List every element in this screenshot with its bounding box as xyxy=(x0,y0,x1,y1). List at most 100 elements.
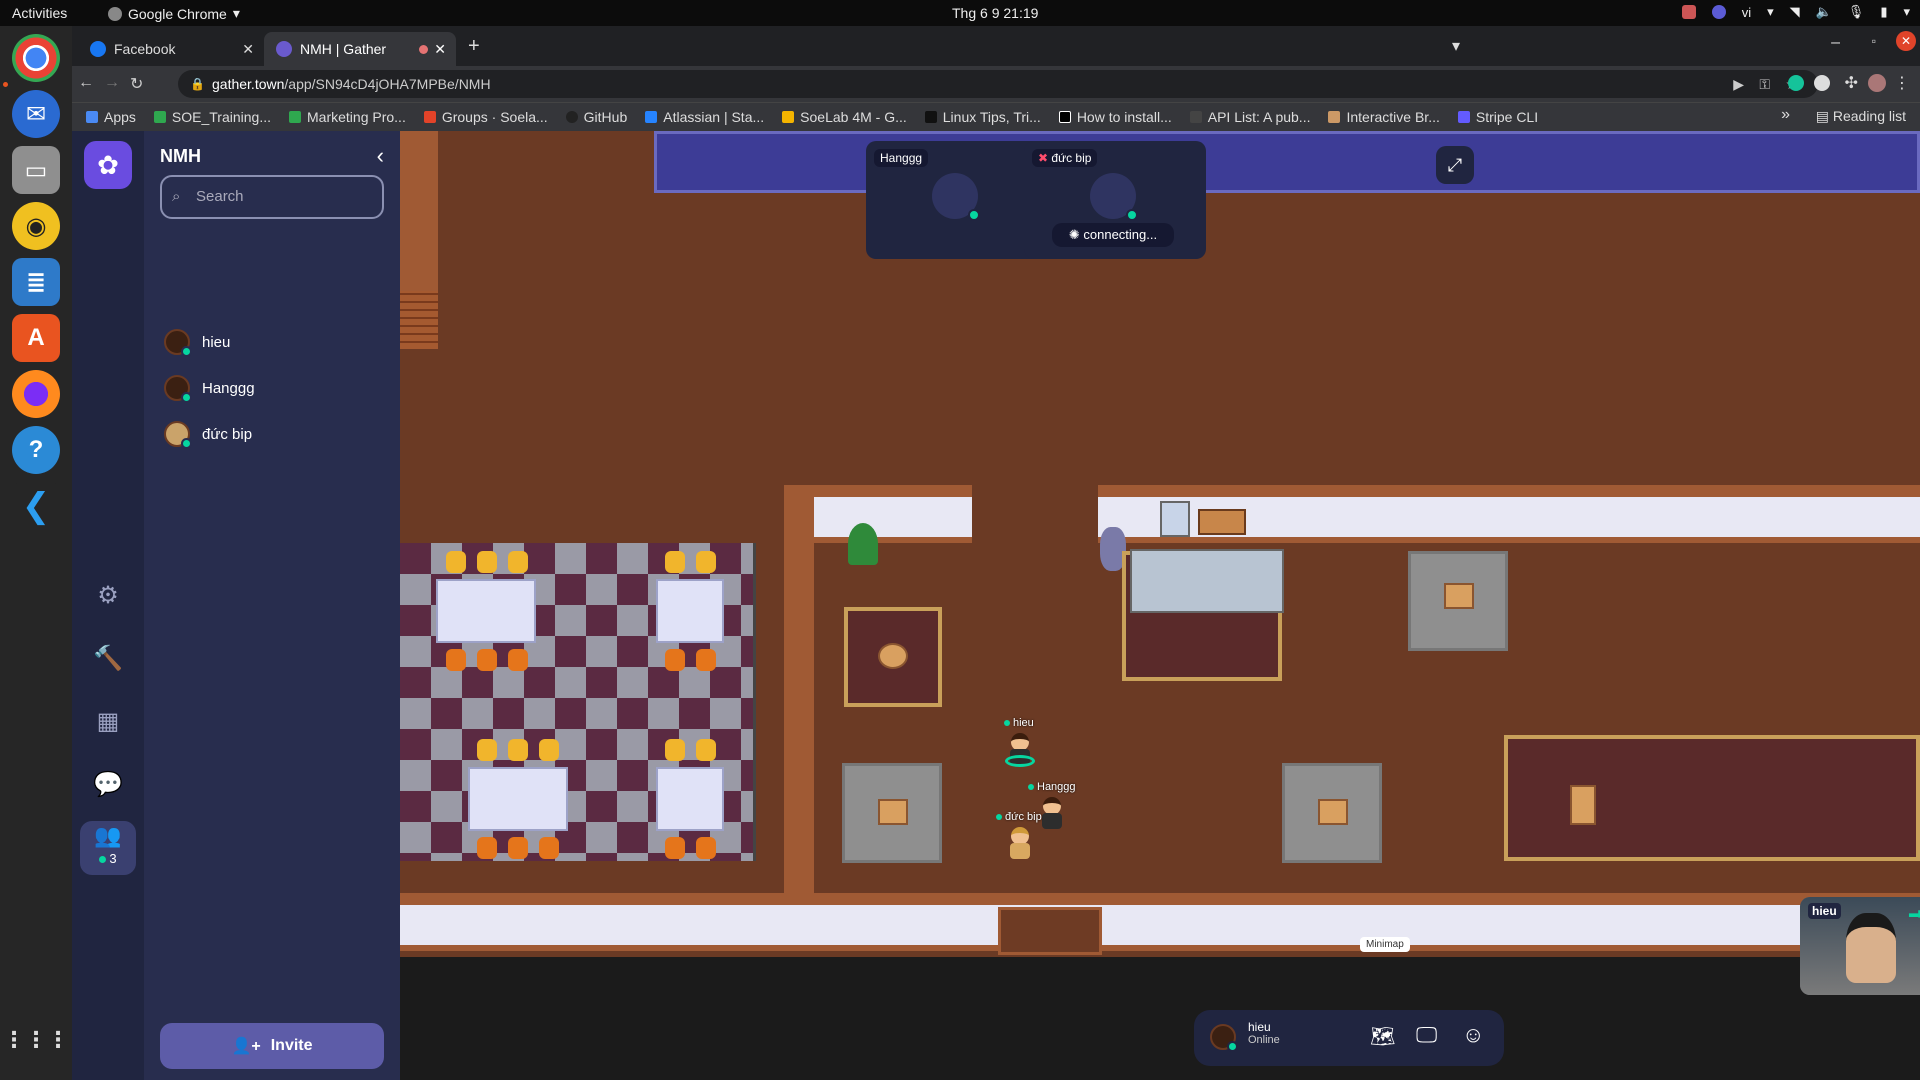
software-center-launcher-icon[interactable]: A xyxy=(12,314,60,362)
wifi-icon[interactable]: ◥ xyxy=(1790,4,1800,20)
help-launcher-icon[interactable]: ? xyxy=(12,426,60,474)
bookmark-item[interactable]: How to install... xyxy=(1058,109,1172,125)
menu-kebab-icon[interactable]: ⋮ xyxy=(1894,73,1910,93)
chair xyxy=(477,837,497,859)
minimize-window-button[interactable]: – xyxy=(1831,34,1840,52)
chevron-down-icon: ▾ xyxy=(232,5,240,21)
participants-button[interactable]: 👥 3 xyxy=(80,821,136,875)
player-character-duc-bip[interactable] xyxy=(1007,827,1033,861)
reading-list-button[interactable]: ▤ Reading list xyxy=(1816,108,1906,125)
files-launcher-icon[interactable]: ▭ xyxy=(12,146,60,194)
invite-button[interactable]: 👤+ Invite xyxy=(160,1023,384,1069)
player-character-hieu[interactable] xyxy=(1005,733,1035,767)
chair xyxy=(508,551,528,573)
apps-grid-icon xyxy=(86,111,98,123)
search-input[interactable]: ⌕ Search xyxy=(160,175,384,219)
bookmark-item[interactable]: Linux Tips, Tri... xyxy=(924,109,1041,125)
member-item[interactable]: Hanggg xyxy=(164,373,255,403)
firefox-launcher-icon[interactable] xyxy=(12,370,60,418)
restore-window-button[interactable]: ▫ xyxy=(1872,34,1876,48)
forward-arrow-icon[interactable]: → xyxy=(104,74,120,92)
system-tray[interactable]: vi ▾ ◥ 🔈 🎙 ▮ ▾ xyxy=(1681,4,1910,20)
discord-tray-icon[interactable] xyxy=(1711,5,1726,19)
bookmark-item[interactable]: GitHub xyxy=(565,109,627,125)
thunderbird-launcher-icon[interactable]: ✉ xyxy=(12,90,60,138)
member-item[interactable]: hieu xyxy=(164,327,230,357)
bookmark-item[interactable]: SOE_Training... xyxy=(153,109,271,125)
grammarly-extension-icon[interactable] xyxy=(1788,75,1804,91)
new-tab-button[interactable]: + xyxy=(468,35,480,58)
close-tab-icon[interactable]: ✕ xyxy=(242,41,254,58)
close-tab-icon[interactable]: ✕ xyxy=(434,41,446,58)
chair xyxy=(477,739,497,761)
bookmark-item[interactable]: Interactive Br... xyxy=(1328,109,1440,125)
writer-launcher-icon[interactable]: ≣ xyxy=(12,258,60,306)
close-window-button[interactable]: ✕ xyxy=(1896,31,1916,51)
extension-tray-icon[interactable] xyxy=(1681,5,1696,19)
camera-in-use-icon[interactable]: ▶ xyxy=(1733,70,1744,98)
profile-avatar[interactable] xyxy=(1868,74,1886,92)
expand-icon[interactable]: ⤢ xyxy=(1436,146,1474,184)
reload-icon[interactable]: ↻ xyxy=(130,74,143,94)
search-placeholder: Search xyxy=(196,188,244,205)
bookmark-item[interactable]: Groups · Soela... xyxy=(423,109,548,125)
microphone-icon[interactable]: 🎙 xyxy=(1848,4,1865,20)
extensions-puzzle-icon[interactable]: ✣ xyxy=(1845,73,1858,93)
minimap-label[interactable]: Minimap xyxy=(1360,937,1410,952)
volume-icon[interactable]: 🔈 xyxy=(1816,4,1832,20)
chrome-launcher-icon[interactable] xyxy=(12,34,60,82)
video-card[interactable]: ✖ đức bip ✺ connecting... xyxy=(1024,141,1206,259)
activities-button[interactable]: Activities xyxy=(12,5,67,21)
extension-icon[interactable] xyxy=(1814,75,1830,91)
chair xyxy=(508,739,528,761)
battery-icon[interactable]: ▮ xyxy=(1880,4,1887,20)
chair xyxy=(665,837,685,859)
app-menu[interactable]: Google Chrome ▾ xyxy=(108,5,240,22)
table xyxy=(436,579,536,643)
bookmark-apps[interactable]: Apps xyxy=(86,109,136,125)
bottom-void xyxy=(400,957,1920,1080)
emoji-icon[interactable]: ☺ xyxy=(1462,1022,1484,1048)
app-menu-label: Google Chrome xyxy=(128,5,227,22)
tab-facebook[interactable]: Facebook ✕ xyxy=(78,32,264,66)
rhythmbox-launcher-icon[interactable]: ◉ xyxy=(12,202,60,250)
player-character-hanggg[interactable] xyxy=(1039,797,1065,831)
avatar xyxy=(164,375,192,403)
self-camera-view[interactable]: hieu ▂▄▆ xyxy=(1800,897,1920,995)
avatar[interactable] xyxy=(1210,1024,1238,1052)
vscode-launcher-icon[interactable]: ❮ xyxy=(12,482,60,530)
bookmark-item[interactable]: API List: A pub... xyxy=(1189,109,1310,125)
chair xyxy=(696,837,716,859)
avatar xyxy=(164,421,192,449)
show-applications-icon[interactable]: ⋮⋮⋮ xyxy=(3,1016,69,1064)
calendar-icon[interactable]: ▦ xyxy=(92,705,124,737)
bookmark-item[interactable]: Atlassian | Sta... xyxy=(645,109,764,125)
settings-gear-icon[interactable]: ⚙ xyxy=(92,579,124,611)
toolbar: ← → ↻ 🔒 gather.town/app/SN94cD4jOHA7MPBe… xyxy=(72,66,1920,102)
screen-share-icon[interactable]: 🖵 xyxy=(1416,1022,1437,1048)
back-arrow-icon[interactable]: ← xyxy=(78,74,94,92)
video-card[interactable]: Hanggg xyxy=(866,141,1048,259)
bookmark-item[interactable]: SoeLab 4M - G... xyxy=(782,109,907,125)
left-rail: ✿ ⚙ 🔨 ▦ 💬 👥 3 xyxy=(72,131,144,1080)
game-map[interactable]: hieu Hanggg đức bip Hanggg ✖ đức bip ✺ c… xyxy=(400,131,1920,1080)
tab-search-icon[interactable]: ▾ xyxy=(1452,36,1460,56)
system-clock[interactable]: Thg 6 9 21:19 xyxy=(952,5,1038,21)
address-bar[interactable]: 🔒 gather.town/app/SN94cD4jOHA7MPBe/NMH ▶… xyxy=(178,70,1818,98)
bookmarks-overflow-button[interactable]: » xyxy=(1781,106,1790,124)
key-icon[interactable]: ⚿ xyxy=(1759,70,1770,98)
tab-gather[interactable]: NMH | Gather ✕ xyxy=(264,32,456,66)
bookmark-item[interactable]: Marketing Pro... xyxy=(289,109,406,125)
member-item[interactable]: đức bip xyxy=(164,419,252,449)
gather-logo-icon[interactable]: ✿ xyxy=(84,141,132,189)
build-hammer-icon[interactable]: 🔨 xyxy=(92,642,124,674)
chat-bubbles-icon[interactable]: 💬 xyxy=(92,768,124,800)
wall xyxy=(400,131,438,291)
reception-desk xyxy=(1130,549,1284,613)
map-icon[interactable]: 🗺 xyxy=(1370,1024,1395,1049)
system-top-bar: Activities Google Chrome ▾ Thg 6 9 21:19… xyxy=(0,0,1920,26)
collapse-panel-icon[interactable]: ‹ xyxy=(377,143,384,169)
sheets-icon xyxy=(289,111,302,123)
bookmark-item[interactable]: Stripe CLI xyxy=(1457,109,1538,125)
language-indicator[interactable]: vi xyxy=(1742,5,1751,20)
